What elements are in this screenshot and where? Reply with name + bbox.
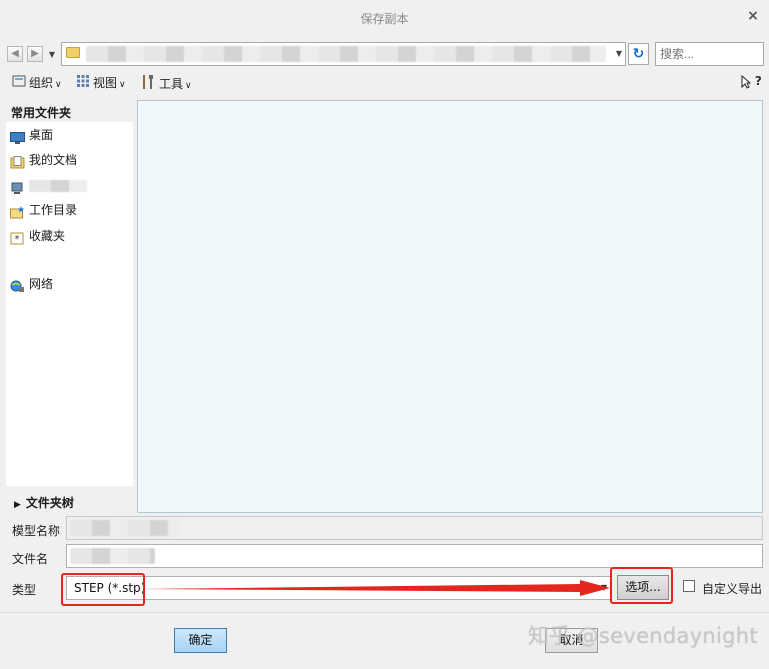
sidebar-item-label: 工作目录: [29, 203, 78, 217]
chevron-down-icon: ∨: [119, 80, 126, 90]
back-button[interactable]: ◀: [7, 46, 23, 62]
network-icon: [10, 279, 25, 292]
grid-icon: [76, 74, 90, 93]
chevron-down-icon: ▼: [48, 50, 56, 59]
file-name-redacted: [70, 548, 155, 564]
custom-export-label: 自定义导出: [702, 582, 763, 596]
folder-tree-label: 文件夹树: [25, 496, 74, 510]
help-button[interactable]: ?: [741, 74, 763, 92]
documents-icon: [10, 155, 25, 168]
window-title: 保存副本: [360, 12, 409, 26]
sidebar-header: 常用文件夹: [6, 100, 133, 122]
sidebar-item-computer[interactable]: [10, 175, 87, 195]
chevron-down-icon: ∨: [55, 80, 62, 90]
view-menu[interactable]: 视图 ∨: [76, 74, 126, 92]
computer-icon: [10, 180, 25, 194]
arrow-right-icon: ▶: [31, 48, 39, 59]
sidebar-item-favorites[interactable]: * 收藏夹: [10, 226, 65, 246]
annotation-arrow: [140, 580, 610, 596]
computer-name-redacted: [29, 179, 87, 192]
favorites-icon: *: [10, 231, 25, 245]
sidebar-item-documents[interactable]: 我的文档: [10, 150, 77, 170]
highlight-box-options: [610, 567, 673, 604]
search-input[interactable]: [655, 42, 764, 66]
address-dropdown-button[interactable]: ▼: [612, 46, 626, 62]
history-dropdown-button[interactable]: ▼: [47, 50, 57, 60]
file-type-label: 类型: [12, 583, 37, 597]
close-button[interactable]: ×: [745, 8, 761, 24]
organize-menu[interactable]: 组织 ∨: [12, 74, 62, 92]
triangle-right-icon: ▶: [14, 500, 21, 510]
sidebar-item-label: 收藏夹: [29, 229, 66, 243]
sidebar-item-desktop[interactable]: 桌面: [10, 125, 53, 145]
tools-icon: [140, 74, 156, 95]
custom-export-checkbox[interactable]: [683, 580, 695, 592]
refresh-icon: ↻: [632, 46, 645, 62]
sidebar-item-workdir[interactable]: 工作目录: [10, 200, 77, 220]
forward-button[interactable]: ▶: [27, 46, 43, 62]
chevron-down-icon: ∨: [185, 81, 192, 91]
organize-icon: [12, 74, 26, 93]
folder-icon: [66, 47, 80, 58]
model-name-label: 模型名称: [12, 524, 61, 538]
highlight-box-type: [61, 573, 145, 606]
watermark-text: 知乎 @sevendaynight: [528, 624, 758, 648]
sidebar-item-network[interactable]: 网络: [10, 274, 53, 294]
work-folder-icon: [10, 205, 25, 218]
chevron-down-icon: ▼: [615, 49, 623, 58]
tools-label: 工具: [159, 77, 184, 91]
ok-button[interactable]: 确定: [174, 628, 227, 653]
refresh-button[interactable]: ↻: [628, 43, 649, 65]
pointer-help-icon: [741, 74, 755, 89]
footer-divider: [0, 612, 769, 613]
sidebar-item-label: 我的文档: [29, 153, 78, 167]
desktop-icon: [10, 130, 25, 144]
folder-tree-toggle[interactable]: ▶ 文件夹树: [6, 489, 133, 513]
model-name-redacted: [70, 520, 180, 536]
address-path-redacted: [86, 46, 606, 62]
sidebar-item-label: 桌面: [29, 128, 54, 142]
file-list-area[interactable]: [137, 100, 763, 513]
sidebar-item-label: 网络: [29, 277, 54, 291]
tools-menu[interactable]: 工具 ∨: [140, 74, 192, 92]
svg-text:*: *: [15, 234, 20, 245]
organize-label: 组织: [29, 76, 54, 90]
file-name-label: 文件名: [12, 552, 49, 566]
arrow-left-icon: ◀: [11, 48, 19, 59]
file-name-input[interactable]: [66, 544, 763, 568]
view-label: 视图: [93, 76, 118, 90]
